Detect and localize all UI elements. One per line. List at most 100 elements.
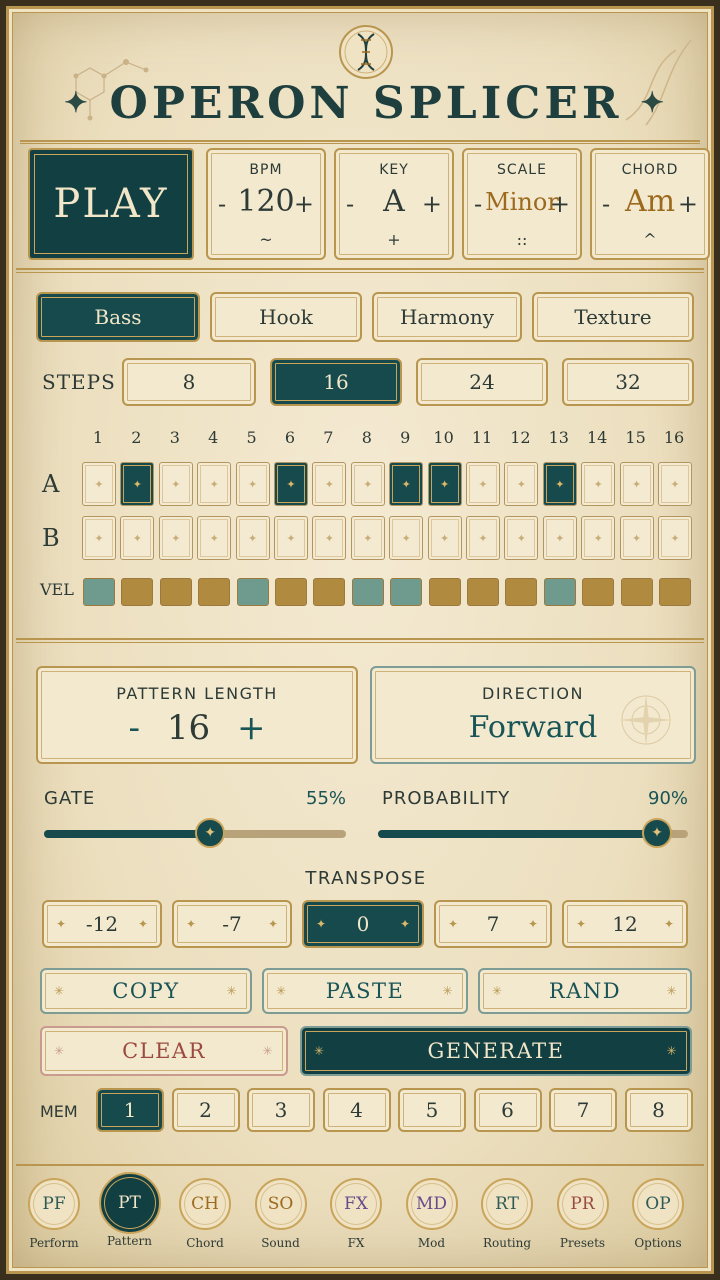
velocity-bar-7[interactable] — [313, 578, 346, 606]
step-cell-a-5[interactable]: ✦ — [235, 462, 270, 506]
step-cell-a-7[interactable]: ✦ — [312, 462, 347, 506]
step-cell-a-14[interactable]: ✦ — [581, 462, 616, 506]
transpose-plus7-button[interactable]: ✦ 7 ✦ — [434, 900, 552, 948]
copy-button[interactable]: ✳ COPY ✳ — [40, 968, 252, 1014]
step-cell-b-11[interactable]: ✦ — [466, 516, 500, 560]
nav-item-chord[interactable]: CH Chord — [165, 1178, 245, 1250]
memory-slot-7[interactable]: 7 — [549, 1088, 617, 1132]
tab-bass[interactable]: Bass — [36, 292, 200, 342]
pattern-length-decrement-button[interactable]: - — [129, 708, 141, 748]
velocity-bar-16[interactable] — [659, 578, 691, 606]
gate-slider[interactable]: ✦ — [44, 818, 346, 848]
step-cell-a-8[interactable]: ✦ — [350, 462, 385, 506]
transpose-plus12-button[interactable]: ✦ 12 ✦ — [562, 900, 688, 948]
velocity-bar-14[interactable] — [582, 578, 615, 606]
nav-item-pattern[interactable]: PT Pattern — [90, 1172, 170, 1248]
memory-slot-2[interactable]: 2 — [171, 1088, 240, 1132]
step-cell-b-1[interactable]: ✦ — [82, 516, 116, 560]
step-cell-a-15[interactable]: ✦ — [619, 462, 654, 506]
velocity-bar-12[interactable] — [505, 578, 538, 606]
steps-32-button[interactable]: 32 — [562, 358, 694, 406]
velocity-bar-10[interactable] — [428, 578, 461, 606]
nav-item-presets[interactable]: PR Presets — [543, 1178, 623, 1250]
step-cell-a-4[interactable]: ✦ — [197, 462, 232, 506]
nav-item-routing[interactable]: RT Routing — [467, 1178, 547, 1250]
paste-button[interactable]: ✳ PASTE ✳ — [262, 968, 468, 1014]
gate-slider-knob-icon[interactable]: ✦ — [195, 818, 226, 848]
step-cell-b-2[interactable]: ✦ — [120, 516, 155, 560]
memory-slot-8[interactable]: 8 — [624, 1088, 693, 1132]
play-button[interactable]: PLAY — [28, 148, 194, 260]
step-cell-a-11[interactable]: ✦ — [466, 462, 500, 506]
chord-caret-icon: ^ — [643, 230, 657, 249]
memory-slot-1[interactable]: 1 — [96, 1088, 164, 1132]
velocity-bar-2[interactable] — [121, 578, 154, 606]
steps-8-button[interactable]: 8 — [122, 358, 256, 406]
memory-slot-5[interactable]: 5 — [398, 1088, 466, 1132]
tab-texture[interactable]: Texture — [532, 292, 694, 342]
transpose-0-button[interactable]: ✦ 0 ✦ — [302, 900, 424, 948]
step-cell-a-2[interactable]: ✦ — [120, 462, 155, 506]
velocity-bar-1[interactable] — [83, 578, 115, 606]
velocity-bar-3[interactable] — [159, 578, 192, 606]
step-cell-a-13[interactable]: ✦ — [542, 462, 577, 506]
transpose-minus7-button[interactable]: ✦ -7 ✦ — [172, 900, 292, 948]
velocity-bar-13[interactable] — [543, 578, 576, 606]
velocity-bar-11[interactable] — [467, 578, 499, 606]
generate-button[interactable]: ✳ GENERATE ✳ — [300, 1026, 692, 1076]
rand-button[interactable]: ✳ RAND ✳ — [478, 968, 692, 1014]
step-cell-a-9[interactable]: ✦ — [389, 462, 424, 506]
nav-item-options[interactable]: OP Options — [618, 1178, 698, 1250]
chord-increment-button[interactable]: + — [678, 190, 698, 218]
probability-slider-knob-icon[interactable]: ✦ — [642, 818, 672, 848]
step-cell-b-8[interactable]: ✦ — [350, 516, 385, 560]
step-cell-b-3[interactable]: ✦ — [158, 516, 193, 560]
step-cell-b-15[interactable]: ✦ — [619, 516, 654, 560]
step-cell-b-10[interactable]: ✦ — [427, 516, 462, 560]
direction-control[interactable]: DIRECTION Forward — [370, 666, 696, 764]
pattern-length-increment-button[interactable]: + — [237, 708, 266, 748]
nav-item-mod[interactable]: MD Mod — [392, 1178, 472, 1250]
velocity-bar-8[interactable] — [351, 578, 384, 606]
transpose-minus12-button[interactable]: ✦ -12 ✦ — [42, 900, 162, 948]
probability-slider[interactable]: ✦ — [378, 818, 688, 848]
step-cell-b-16[interactable]: ✦ — [658, 516, 692, 560]
velocity-bar-4[interactable] — [198, 578, 231, 606]
steps-16-button[interactable]: 16 — [270, 358, 402, 406]
velocity-bar-9[interactable] — [390, 578, 423, 606]
step-cell-a-6[interactable]: ✦ — [274, 462, 308, 506]
memory-slot-4[interactable]: 4 — [322, 1088, 391, 1132]
clear-button[interactable]: ✳ CLEAR ✳ — [40, 1026, 288, 1076]
step-cell-a-12[interactable]: ✦ — [504, 462, 539, 506]
step-column-number: 10 — [433, 428, 454, 447]
divider — [20, 140, 700, 144]
velocity-bar-15[interactable] — [620, 578, 653, 606]
tab-harmony[interactable]: Harmony — [372, 292, 522, 342]
step-cell-a-3[interactable]: ✦ — [158, 462, 193, 506]
step-cell-b-7[interactable]: ✦ — [312, 516, 347, 560]
step-cell-b-6[interactable]: ✦ — [274, 516, 308, 560]
nav-item-perform[interactable]: PF Perform — [14, 1178, 94, 1250]
step-cell-b-5[interactable]: ✦ — [235, 516, 270, 560]
step-cell-b-9[interactable]: ✦ — [389, 516, 424, 560]
memory-slot-3[interactable]: 3 — [247, 1088, 315, 1132]
step-cell-a-16[interactable]: ✦ — [658, 462, 692, 506]
memory-slot-6[interactable]: 6 — [473, 1088, 542, 1132]
steps-24-button[interactable]: 24 — [416, 358, 548, 406]
step-cell-b-12[interactable]: ✦ — [504, 516, 539, 560]
step-column-number: 3 — [169, 428, 180, 447]
velocity-bar-6[interactable] — [275, 578, 307, 606]
velocity-bar-5[interactable] — [236, 578, 269, 606]
nav-item-sound[interactable]: SO Sound — [241, 1178, 321, 1250]
tab-hook[interactable]: Hook — [210, 292, 362, 342]
key-increment-button[interactable]: + — [422, 190, 442, 218]
nav-item-fx[interactable]: FX FX — [316, 1178, 396, 1250]
step-cell-a-1[interactable]: ✦ — [82, 462, 116, 506]
step-cell-a-10[interactable]: ✦ — [427, 462, 462, 506]
scale-increment-button[interactable]: + — [550, 190, 570, 218]
step-cell-b-4[interactable]: ✦ — [197, 516, 232, 560]
bpm-increment-button[interactable]: + — [294, 190, 314, 218]
nav-perform-icon: PF — [28, 1178, 80, 1230]
step-cell-b-14[interactable]: ✦ — [581, 516, 616, 560]
step-cell-b-13[interactable]: ✦ — [542, 516, 577, 560]
